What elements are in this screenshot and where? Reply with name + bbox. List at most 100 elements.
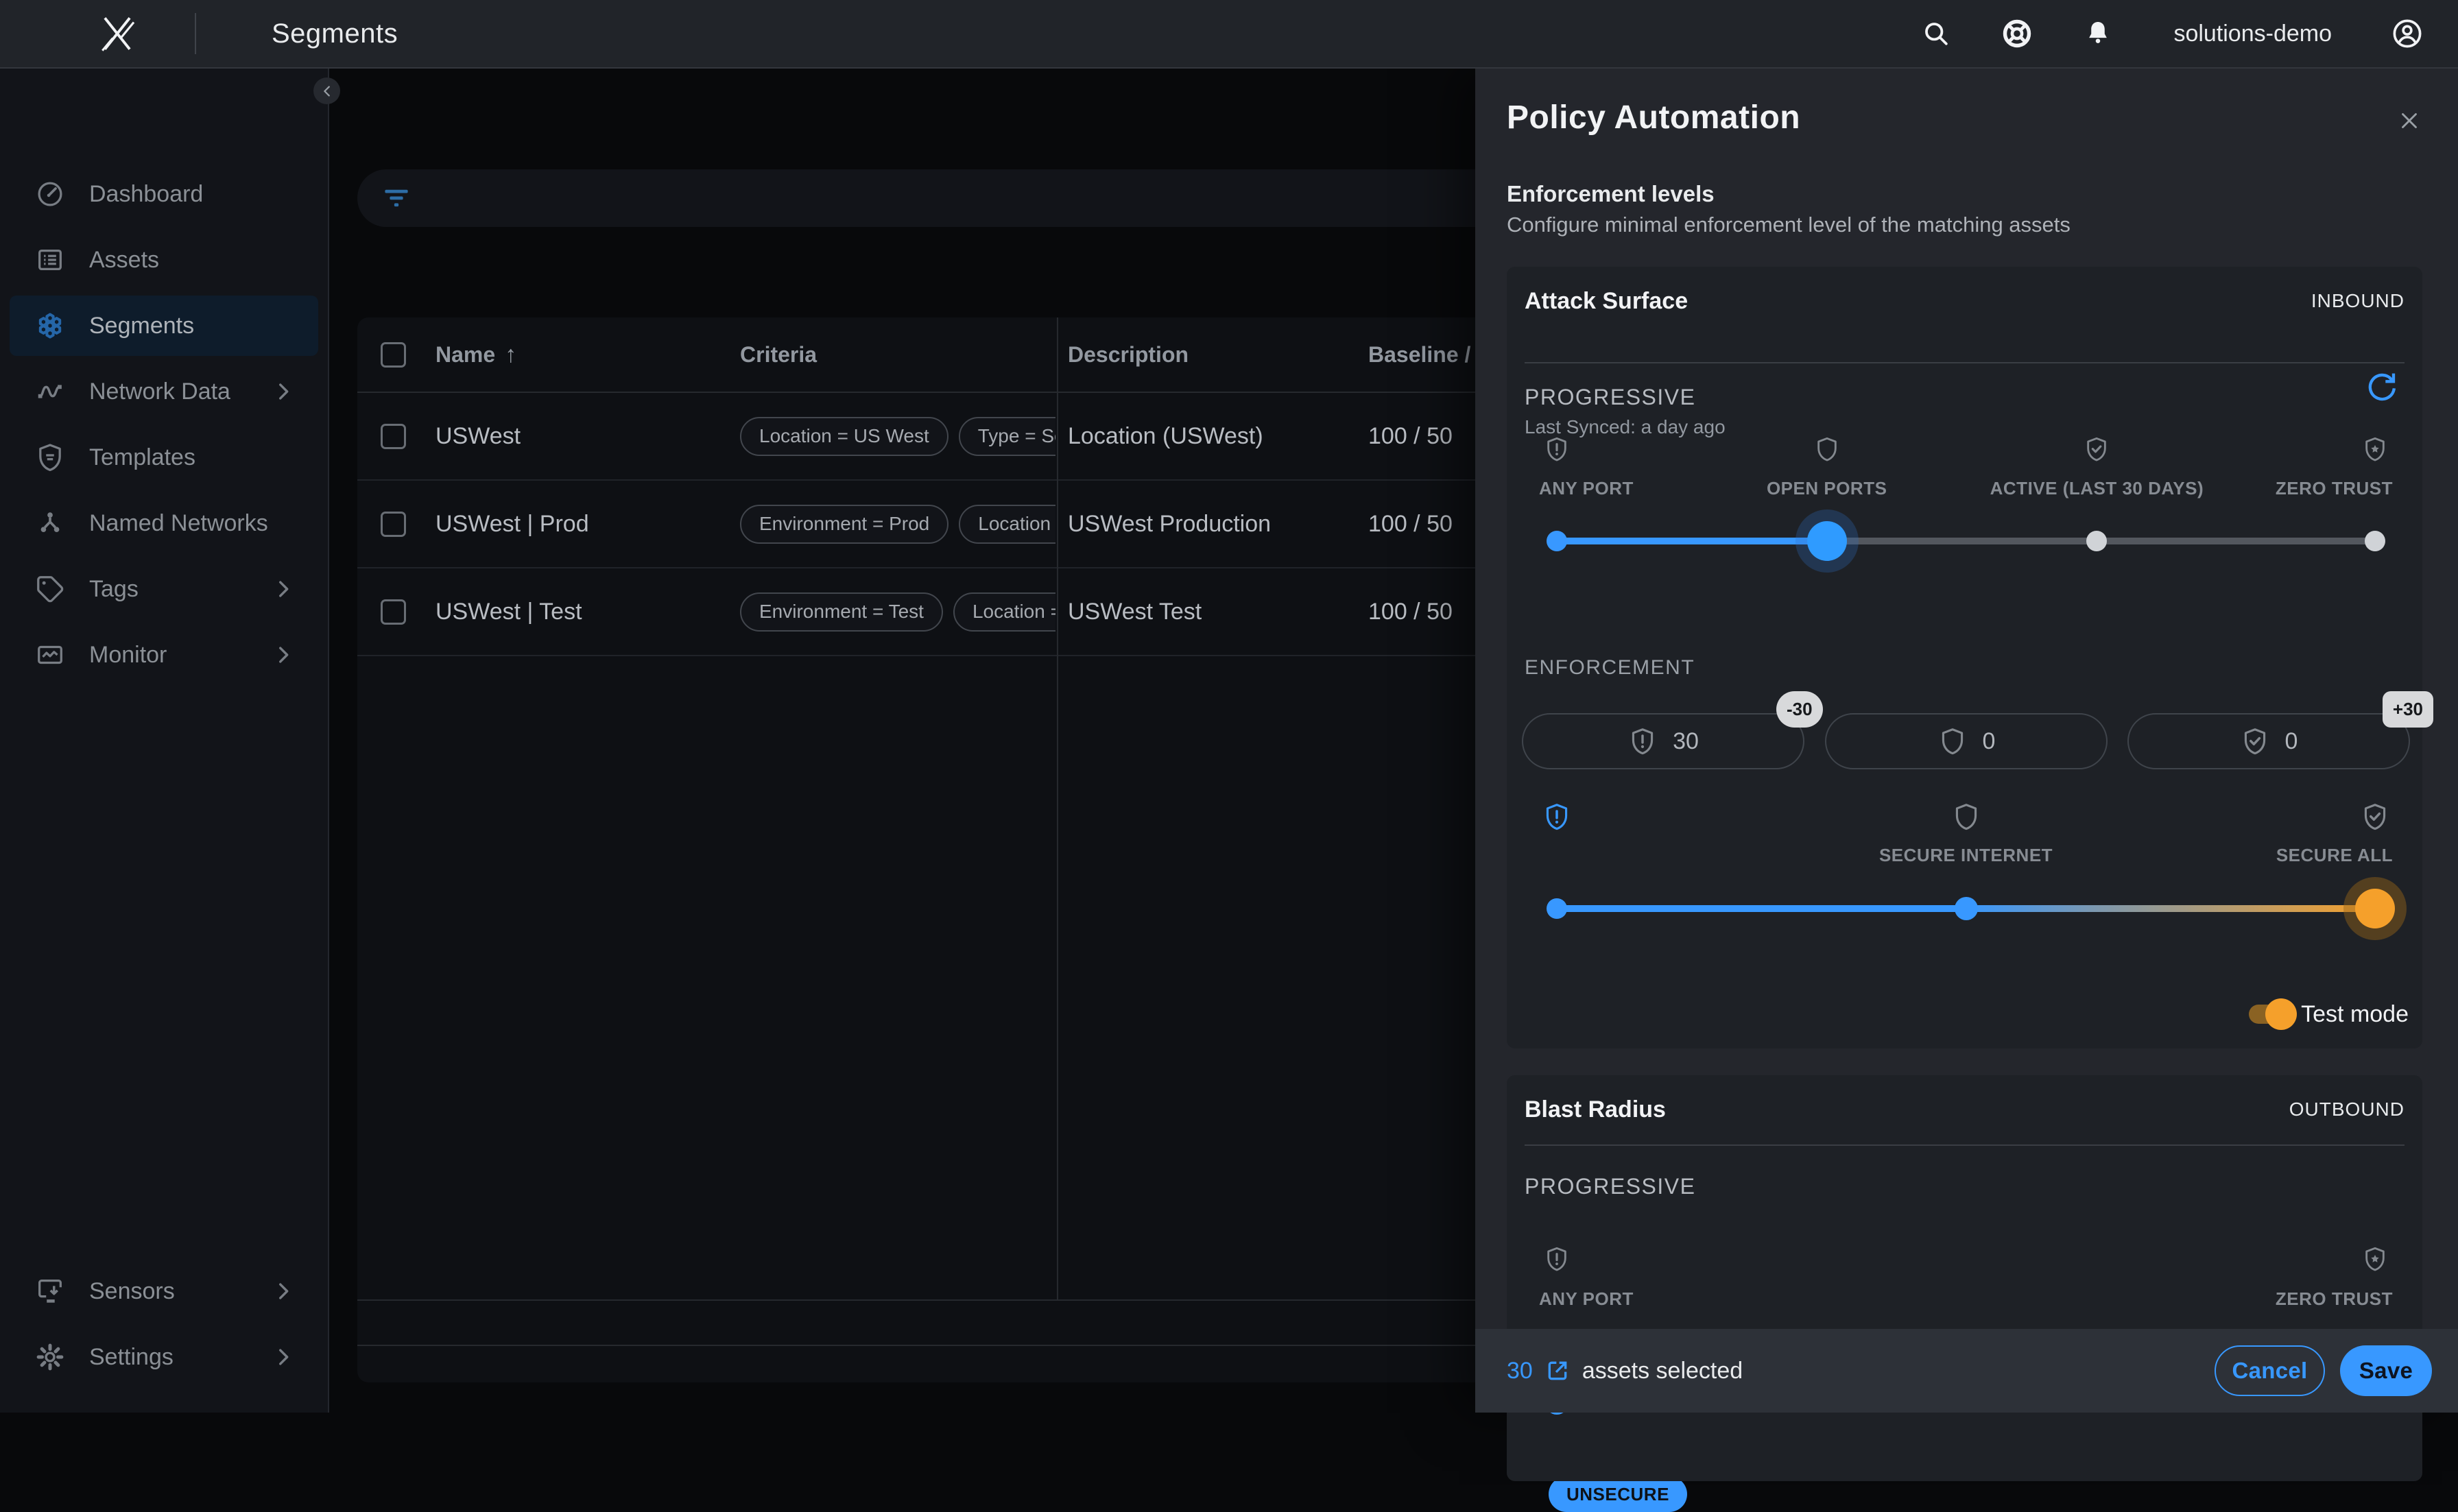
chevron-right-icon [272,1345,295,1369]
tags-icon [34,573,66,605]
shield-icon [1951,802,1981,832]
level-label-open-ports[interactable]: OPEN PORTS [1767,478,1887,499]
criteria-pill: Environment = Test [740,592,943,632]
blast-radius-card: Blast Radius OUTBOUND PROGRESSIVE ANY PO… [1507,1075,2422,1481]
network-data-icon [34,376,66,407]
monitor-icon [34,639,66,671]
assets-icon [34,244,66,276]
segment-name: USWest | Test [435,599,582,625]
card-divider [1525,1144,2405,1146]
select-all-checkbox[interactable] [381,342,406,368]
app-logo-icon[interactable] [88,4,147,63]
shield-check-icon [2240,726,2270,756]
unsecure-badge[interactable]: UNSECURE [1549,1476,1687,1512]
filter-icon [382,184,411,213]
decrease-badge[interactable]: -30 [1776,691,1823,728]
level-label-secure-internet[interactable]: SECURE INTERNET [1879,845,2053,866]
slider-stop[interactable] [2086,531,2107,551]
slider-stop[interactable] [1547,531,1567,551]
enforcement-button-active[interactable]: 0 [2127,713,2410,769]
settings-gear-icon [34,1341,66,1373]
column-header-description[interactable]: Description [1068,342,1189,368]
enforcement-button-any-port[interactable]: 30 [1522,713,1804,769]
segment-name: USWest [435,423,521,450]
sidebar-item-segments[interactable]: Segments [10,296,318,356]
level-label-any-port[interactable]: ANY PORT [1539,1288,1634,1310]
level-label-zero-trust[interactable]: ZERO TRUST [2276,478,2393,499]
cancel-button[interactable]: Cancel [2215,1345,2325,1396]
card-divider [1525,362,2405,363]
slider-thumb[interactable] [1807,521,1847,561]
row-checkbox[interactable] [381,512,406,537]
enforcement-value: 0 [1983,728,1996,755]
column-divider[interactable] [1057,317,1058,1299]
test-mode-toggle[interactable] [2249,1005,2291,1024]
progressive-label: PROGRESSIVE [1525,385,1695,410]
enforcement-button-open-ports[interactable]: 0 [1825,713,2108,769]
slider-thumb[interactable] [2355,889,2395,928]
sidebar-item-sensors[interactable]: Sensors [10,1261,318,1321]
profile-avatar-icon[interactable] [2389,16,2425,51]
level-label-zero-trust[interactable]: ZERO TRUST [2276,1288,2393,1310]
dashboard-icon [34,178,66,210]
notifications-bell-icon[interactable] [2080,16,2116,51]
slider-stop[interactable] [1955,897,1978,920]
shield-check-icon [2083,435,2110,463]
level-label-secure-all[interactable]: SECURE ALL [2276,845,2393,866]
row-checkbox[interactable] [381,424,406,449]
column-header-name[interactable]: Name [435,342,495,368]
sidebar-item-templates[interactable]: Templates [10,427,318,488]
criteria-pill: Environment = Prod [740,505,948,544]
shield-icon [1937,726,1968,756]
account-name[interactable]: solutions-demo [2173,21,2332,47]
sidebar-item-tags[interactable]: Tags [10,559,318,619]
sidebar-item-dashboard[interactable]: Dashboard [10,164,318,224]
enforcement-levels-subtitle: Configure minimal enforcement level of t… [1507,213,2071,237]
sort-ascending-icon[interactable]: ↑ [505,341,516,368]
sidebar-item-label: Network Data [89,379,230,405]
slider-track-active [1557,538,1827,544]
save-button[interactable]: Save [2340,1345,2432,1396]
chevron-right-icon [272,643,295,667]
shield-exclamation-icon [1543,1245,1571,1273]
criteria-pill: Location = US West [740,417,948,456]
sidebar-item-monitor[interactable]: Monitor [10,625,318,685]
toggle-knob [2265,998,2297,1030]
column-header-criteria[interactable]: Criteria [740,342,817,368]
sidebar-item-label: Segments [89,313,194,339]
sensors-icon [34,1275,66,1307]
slider-stop[interactable] [1547,898,1567,919]
sidebar-item-label: Settings [89,1344,174,1371]
sidebar-item-network-data[interactable]: Network Data [10,361,318,422]
test-mode-row: Test mode [2249,994,2409,1035]
sidebar-item-assets[interactable]: Assets [10,230,318,290]
attack-surface-title: Attack Surface [1525,288,1688,315]
search-icon[interactable] [1918,16,1954,51]
sidebar-item-label: Dashboard [89,181,203,208]
refresh-icon[interactable] [2363,370,2399,405]
help-lifering-icon[interactable] [1999,16,2035,51]
segment-description: Location (USWest) [1068,423,1263,450]
shield-exclamation-icon [1542,802,1572,832]
criteria-pill: Location = US [959,505,1055,544]
external-link-icon[interactable] [1544,1357,1571,1384]
level-label-any-port[interactable]: ANY PORT [1539,478,1634,499]
selected-assets-count[interactable]: 30 [1507,1358,1533,1384]
selected-assets-text: assets selected [1582,1358,1743,1384]
close-icon[interactable] [2394,106,2424,136]
shield-check-icon [2360,802,2390,832]
segment-name: USWest | Prod [435,511,589,538]
enforcement-label: ENFORCEMENT [1525,656,1695,680]
sidebar-item-settings[interactable]: Settings [10,1327,318,1387]
sidebar-collapse-button[interactable] [313,77,340,104]
criteria-pill: Type = Server [959,417,1055,456]
row-checkbox[interactable] [381,599,406,625]
increase-badge[interactable]: +30 [2383,691,2433,728]
column-header-baseline[interactable]: Baseline / [1368,342,1470,368]
enforcement-levels-title: Enforcement levels [1507,181,1715,207]
sidebar-item-named-networks[interactable]: Named Networks [10,493,318,553]
segments-icon [34,310,66,341]
enforcement-value: 30 [1673,728,1699,755]
level-label-active[interactable]: ACTIVE (LAST 30 DAYS) [1990,478,2204,499]
slider-stop[interactable] [2365,531,2385,551]
